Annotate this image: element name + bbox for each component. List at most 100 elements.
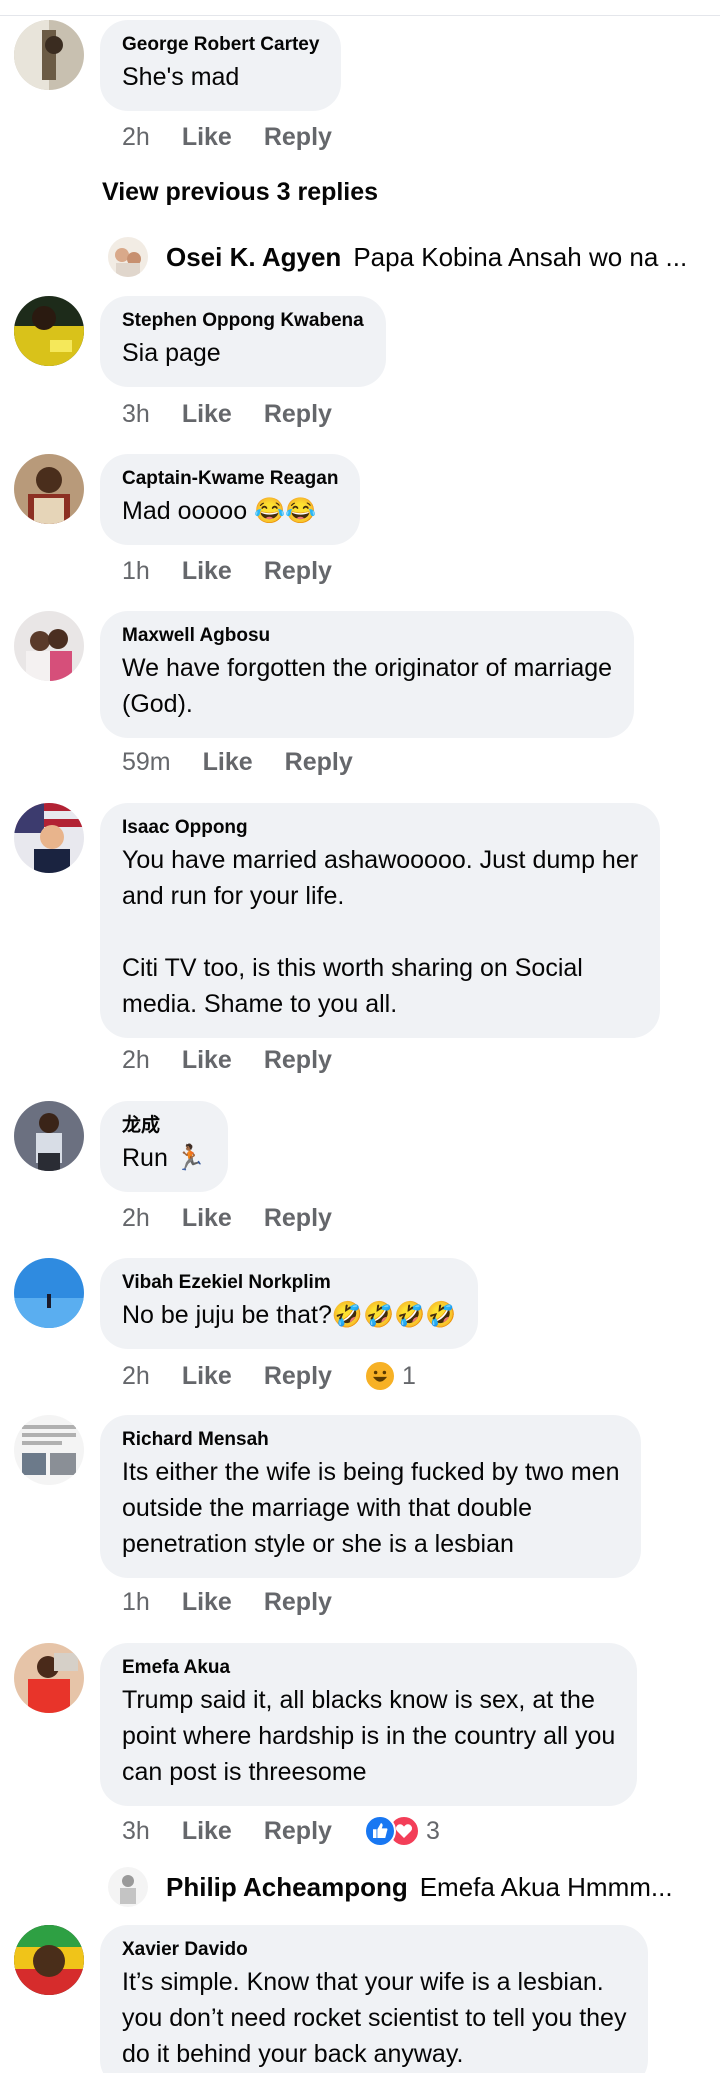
comment-bubble: Stephen Oppong Kwabena Sia page <box>100 296 386 387</box>
comment-text-line: Trump said it, all blacks know is sex, a… <box>122 1686 595 1714</box>
commenter-name[interactable]: 龙成 <box>122 1114 206 1138</box>
reply-button[interactable]: Reply <box>264 556 332 586</box>
comment-text-line: penetration style or she is a lesbian <box>122 1530 514 1558</box>
comment-text: Run 🏃🏾 <box>122 1144 206 1172</box>
commenter-name[interactable]: Isaac Oppong <box>122 816 638 840</box>
reply-author-name[interactable]: Osei K. Agyen <box>166 242 341 273</box>
avatar-maxwell-agbosu[interactable] <box>14 611 84 681</box>
avatar-vibah-ezekiel-norkplim[interactable] <box>14 1258 84 1328</box>
comment-actions: 1h Like Reply <box>122 1587 364 1617</box>
comment-text-line: do it behind your back anyway. <box>122 2040 464 2068</box>
comment-text-line: Citi TV too, is this worth sharing on So… <box>122 954 583 982</box>
reaction-count: 1 <box>401 1362 416 1390</box>
comment-bubble: Vibah Ezekiel Norkplim No be juju be tha… <box>100 1258 479 1349</box>
comment-actions: 3h Like Reply 3 <box>122 1815 440 1847</box>
comment-bubble: Emefa Akua Trump said it, all blacks kno… <box>100 1643 638 1806</box>
reaction-summary[interactable]: 3 <box>363 1815 440 1847</box>
commenter-name[interactable]: Xavier Davido <box>122 1938 626 1962</box>
avatar-osei-k-agyen <box>108 237 148 277</box>
comment-text-line: It’s simple. Know that your wife is a le… <box>122 1968 604 1996</box>
reply-button[interactable]: Reply <box>264 1587 332 1617</box>
reply-button[interactable]: Reply <box>264 1816 332 1846</box>
comment-time[interactable]: 59m <box>122 747 171 777</box>
comment-bubble: George Robert Cartey She's mad <box>100 20 342 111</box>
reply-preview[interactable]: Osei K. Agyen Papa Kobina Ansah wo na ..… <box>108 237 687 277</box>
comment-actions: 59m Like Reply <box>122 747 385 777</box>
like-button[interactable]: Like <box>182 1816 232 1846</box>
comment-time[interactable]: 2h <box>122 1203 150 1233</box>
view-previous-replies-link[interactable]: View previous 3 replies <box>102 178 378 207</box>
comment-actions: 2h Like Reply <box>122 122 364 152</box>
commenter-name[interactable]: Captain-Kwame Reagan <box>122 467 338 491</box>
comment-text: We have forgotten the originator of marr… <box>122 650 612 722</box>
comment-bubble: Xavier Davido It’s simple. Know that you… <box>100 1925 649 2073</box>
avatar-long-cheng[interactable] <box>14 1101 84 1171</box>
commenter-name[interactable]: Stephen Oppong Kwabena <box>122 309 364 333</box>
comment-text-line: media. Shame to you all. <box>122 990 398 1018</box>
comment-text: No be juju be that?🤣🤣🤣🤣 <box>122 1301 457 1329</box>
comment-actions: 1h Like Reply <box>122 556 364 586</box>
comment-time[interactable]: 1h <box>122 1587 150 1617</box>
comment-time[interactable]: 3h <box>122 399 150 429</box>
reply-text: Emefa Akua Hmmm... <box>419 1871 673 1902</box>
comment-text-line: point where hardship is in the country a… <box>122 1722 616 1750</box>
comment-bubble: Richard Mensah Its either the wife is be… <box>100 1415 642 1578</box>
comment-text-line: can post is threesome <box>122 1758 367 1786</box>
avatar-richard-mensah[interactable] <box>14 1415 84 1485</box>
comment-time[interactable]: 3h <box>122 1816 150 1846</box>
comment-bubble: Isaac Oppong You have married ashawooooo… <box>100 803 661 1038</box>
reply-text: Papa Kobina Ansah wo na ... <box>353 241 688 272</box>
comment-text-line: you don’t need rocket scientist to tell … <box>122 2004 627 2032</box>
comment-text-line: You have married ashawooooo. Just dump h… <box>122 846 639 874</box>
comment-text-line: and run for your life. <box>122 882 345 910</box>
reply-button[interactable]: Reply <box>285 747 353 777</box>
like-button[interactable]: Like <box>182 1361 232 1391</box>
like-button[interactable]: Like <box>182 556 232 586</box>
avatar-stephen-oppong-kwabena[interactable] <box>14 296 84 366</box>
like-reaction-icon <box>363 1815 396 1847</box>
reply-preview[interactable]: Philip Acheampong Emefa Akua Hmmm... <box>108 1867 673 1907</box>
comment-time[interactable]: 2h <box>122 122 150 152</box>
top-divider <box>0 15 720 16</box>
like-button[interactable]: Like <box>182 1203 232 1233</box>
reply-button[interactable]: Reply <box>264 1045 332 1075</box>
like-button[interactable]: Like <box>203 747 253 777</box>
comment-actions: 2h Like Reply <box>122 1203 364 1233</box>
reply-button[interactable]: Reply <box>264 1361 332 1391</box>
reaction-summary[interactable]: 1 <box>363 1360 416 1392</box>
commenter-name[interactable]: Richard Mensah <box>122 1428 619 1452</box>
comment-actions: 2h Like Reply <box>122 1045 364 1075</box>
like-button[interactable]: Like <box>182 399 232 429</box>
comment-time[interactable]: 2h <box>122 1361 150 1391</box>
comment-bubble: 龙成 Run 🏃🏾 <box>100 1101 228 1192</box>
comment-text: Sia page <box>122 339 221 367</box>
comment-actions: 2h Like Reply 1 <box>122 1360 416 1392</box>
like-button[interactable]: Like <box>182 1045 232 1075</box>
reply-author-name[interactable]: Philip Acheampong <box>166 1872 408 1903</box>
comment-text: You have married ashawooooo. Just dump h… <box>122 842 638 1022</box>
avatar-captain-kwame-reagan[interactable] <box>14 454 84 524</box>
comment-text-line: outside the marriage with that double <box>122 1494 532 1522</box>
avatar-george-robert-cartey[interactable] <box>14 20 84 90</box>
comment-time[interactable]: 1h <box>122 556 150 586</box>
reply-button[interactable]: Reply <box>264 122 332 152</box>
commenter-name[interactable]: George Robert Cartey <box>122 33 319 57</box>
comment-time[interactable]: 2h <box>122 1045 150 1075</box>
comment-bubble: Maxwell Agbosu We have forgotten the ori… <box>100 611 635 738</box>
comment-text: She's mad <box>122 63 240 91</box>
commenter-name[interactable]: Vibah Ezekiel Norkplim <box>122 1271 456 1295</box>
comment-text: Trump said it, all blacks know is sex, a… <box>122 1682 615 1790</box>
comment-text: Its either the wife is being fucked by t… <box>122 1454 619 1562</box>
avatar-xavier-davido[interactable] <box>14 1925 84 1995</box>
commenter-name[interactable]: Maxwell Agbosu <box>122 624 612 648</box>
commenter-name[interactable]: Emefa Akua <box>122 1656 615 1680</box>
reply-button[interactable]: Reply <box>264 399 332 429</box>
comment-text-line: (God). <box>122 690 193 718</box>
avatar-emefa-akua[interactable] <box>14 1643 84 1713</box>
comment-actions: 3h Like Reply <box>122 399 364 429</box>
like-button[interactable]: Like <box>182 1587 232 1617</box>
avatar-isaac-oppong[interactable] <box>14 803 84 873</box>
comment-text-line: Its either the wife is being fucked by t… <box>122 1458 620 1486</box>
reply-button[interactable]: Reply <box>264 1203 332 1233</box>
like-button[interactable]: Like <box>182 122 232 152</box>
